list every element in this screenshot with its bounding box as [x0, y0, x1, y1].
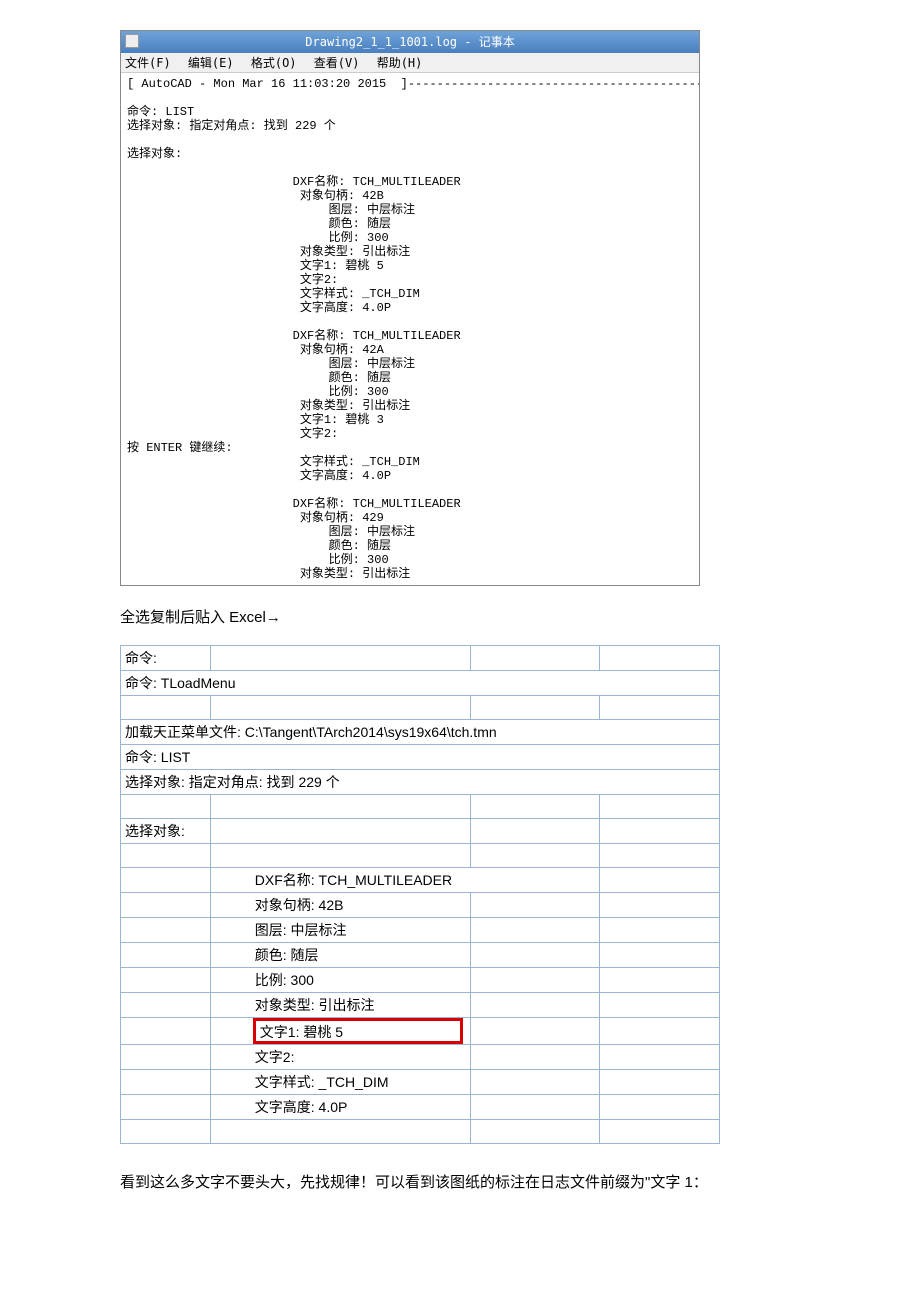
- table-row: 命令: LIST: [121, 745, 720, 770]
- menu-format[interactable]: 格式(O): [251, 56, 297, 70]
- table-row: 选择对象: 指定对角点: 找到 229 个: [121, 770, 720, 795]
- table-row: 比例: 300: [121, 968, 720, 993]
- table-row: 选择对象:: [121, 819, 720, 844]
- footer-text: 看到这么多文字不要头大，先找规律！可以看到该图纸的标注在日志文件前缀为"文字 1…: [120, 1169, 800, 1196]
- menu-file[interactable]: 文件(F): [125, 56, 171, 70]
- cell[interactable]: 命令: TLoadMenu: [121, 671, 720, 696]
- notepad-window: Drawing2_1_1_1001.log - 记事本 文件(F) 编辑(E) …: [120, 30, 700, 586]
- cell[interactable]: 文字2:: [210, 1045, 470, 1070]
- app-icon: [125, 34, 139, 48]
- cell[interactable]: 命令:: [121, 646, 211, 671]
- table-row: 加载天正菜单文件: C:\Tangent\TArch2014\sys19x64\…: [121, 720, 720, 745]
- window-titlebar[interactable]: Drawing2_1_1_1001.log - 记事本: [121, 31, 699, 53]
- instruction-text: 全选复制后贴入 Excel→: [120, 606, 800, 627]
- cell[interactable]: 对象类型: 引出标注: [210, 993, 470, 1018]
- cell[interactable]: 对象句柄: 42B: [210, 893, 470, 918]
- table-row: DXF名称: TCH_MULTILEADER: [121, 868, 720, 893]
- cell[interactable]: 比例: 300: [210, 968, 470, 993]
- window-title: Drawing2_1_1_1001.log - 记事本: [305, 35, 514, 49]
- table-row: 图层: 中层标注: [121, 918, 720, 943]
- table-row: 命令:: [121, 646, 720, 671]
- table-row: 文字高度: 4.0P: [121, 1095, 720, 1120]
- table-row: [121, 844, 720, 868]
- cell[interactable]: DXF名称: TCH_MULTILEADER: [210, 868, 600, 893]
- menu-edit[interactable]: 编辑(E): [188, 56, 234, 70]
- table-row: 文字样式: _TCH_DIM: [121, 1070, 720, 1095]
- table-row: [121, 1120, 720, 1144]
- cell-highlighted[interactable]: 文字1: 碧桃 5: [210, 1018, 470, 1045]
- notepad-content[interactable]: [ AutoCAD - Mon Mar 16 11:03:20 2015 ]--…: [121, 73, 699, 585]
- cell[interactable]: 选择对象: 指定对角点: 找到 229 个: [121, 770, 720, 795]
- table-row: 对象句柄: 42B: [121, 893, 720, 918]
- excel-table: 命令: 命令: TLoadMenu 加载天正菜单文件: C:\Tangent\T…: [120, 645, 720, 1144]
- table-row: 命令: TLoadMenu: [121, 671, 720, 696]
- menu-bar: 文件(F) 编辑(E) 格式(O) 查看(V) 帮助(H): [121, 53, 699, 73]
- cell[interactable]: 图层: 中层标注: [210, 918, 470, 943]
- cell[interactable]: 文字样式: _TCH_DIM: [210, 1070, 470, 1095]
- table-row: 文字2:: [121, 1045, 720, 1070]
- menu-view[interactable]: 查看(V): [314, 56, 360, 70]
- cell[interactable]: 选择对象:: [121, 819, 211, 844]
- cell[interactable]: 命令: LIST: [121, 745, 720, 770]
- table-row: [121, 696, 720, 720]
- cell[interactable]: 颜色: 随层: [210, 943, 470, 968]
- table-row: 对象类型: 引出标注: [121, 993, 720, 1018]
- cell[interactable]: 文字高度: 4.0P: [210, 1095, 470, 1120]
- menu-help[interactable]: 帮助(H): [377, 56, 423, 70]
- table-row: 颜色: 随层: [121, 943, 720, 968]
- table-row: 文字1: 碧桃 5: [121, 1018, 720, 1045]
- table-row: [121, 795, 720, 819]
- cell[interactable]: 加载天正菜单文件: C:\Tangent\TArch2014\sys19x64\…: [121, 720, 720, 745]
